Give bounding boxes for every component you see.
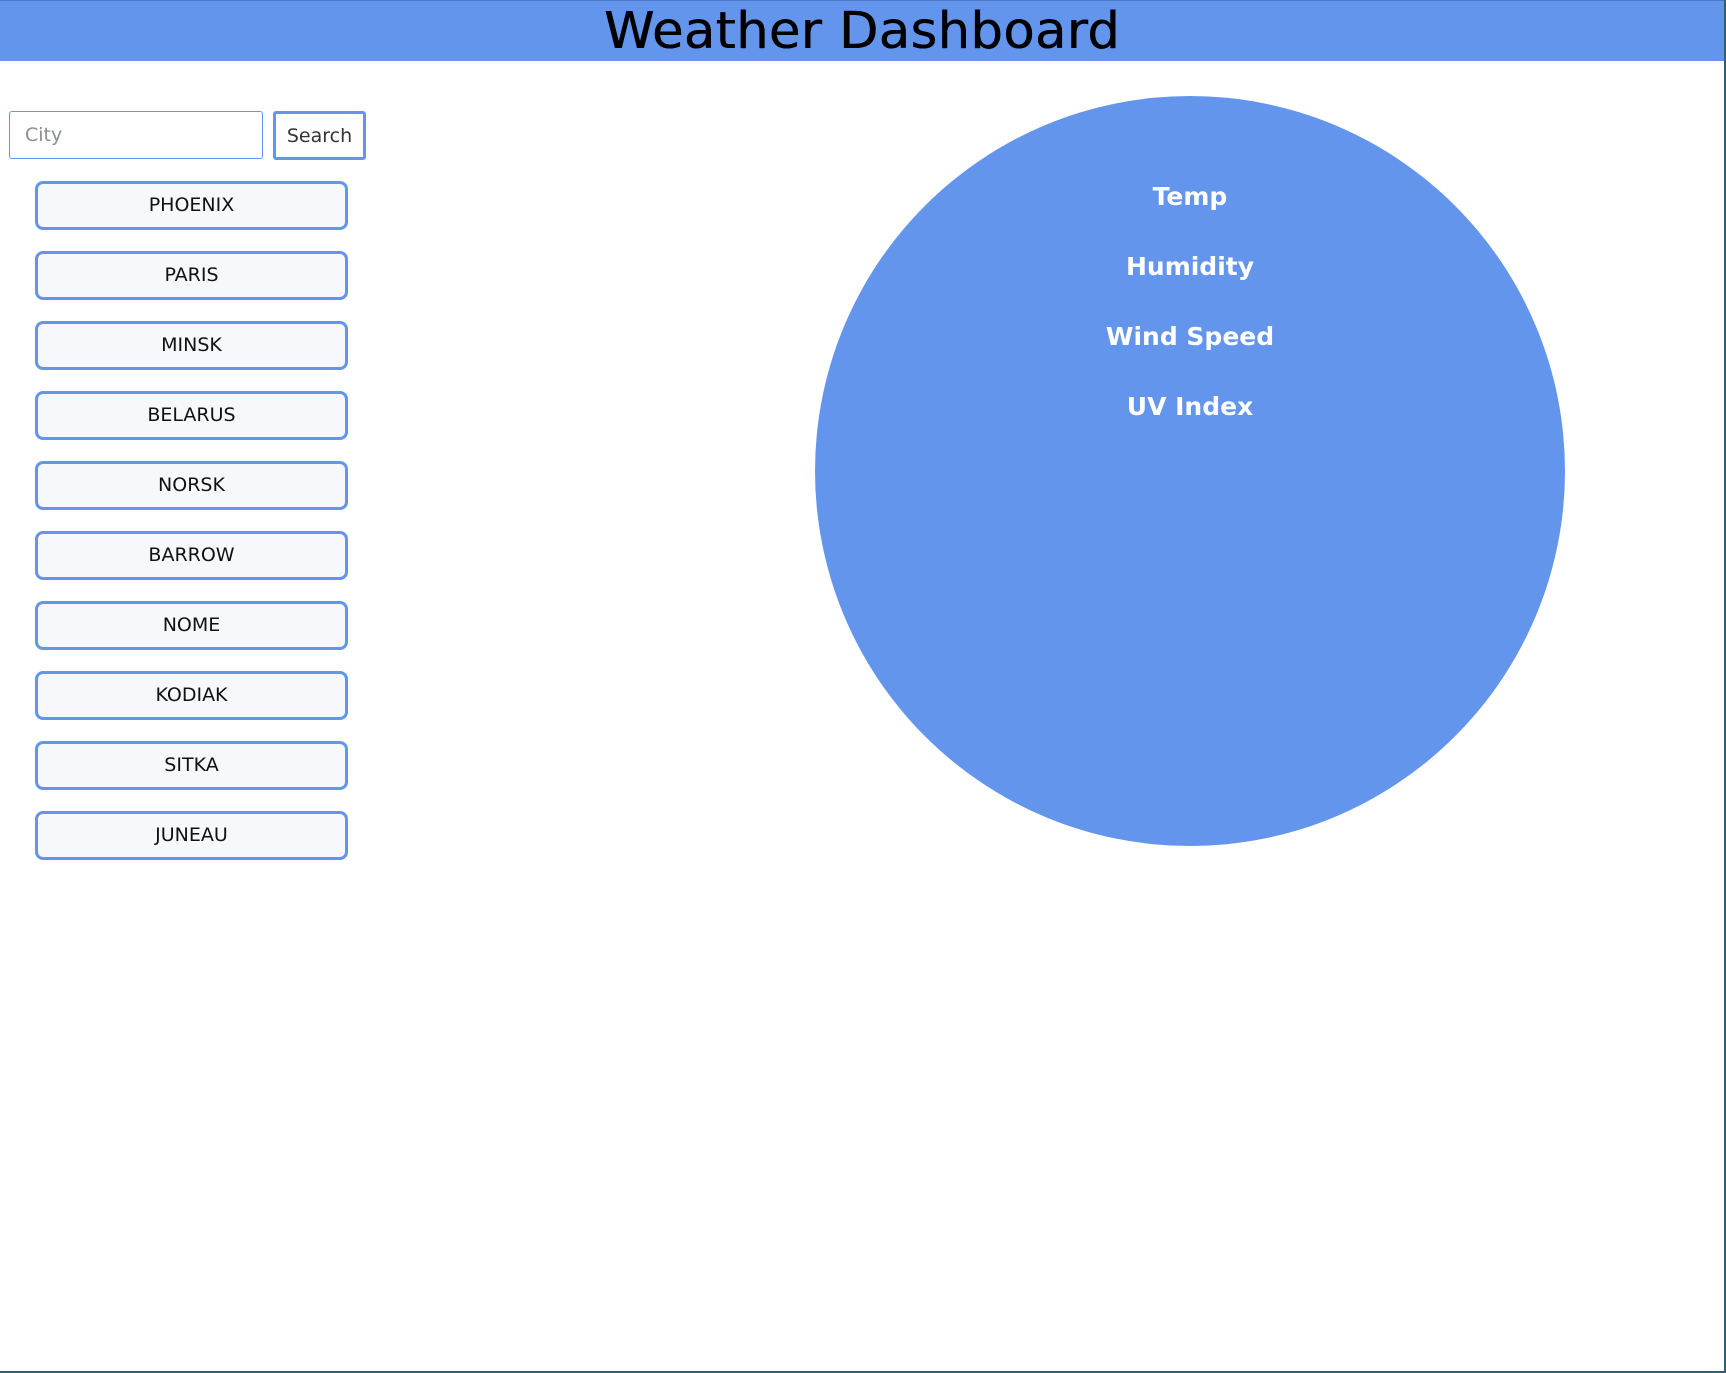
search-button[interactable]: Search (273, 111, 366, 160)
weather-dashboard-page: Weather Dashboard Search PHOENIX PARIS M… (0, 0, 1726, 1373)
city-button-nome[interactable]: NOME (35, 601, 348, 650)
city-button-norsk[interactable]: NORSK (35, 461, 348, 510)
search-history-item: SITKA (35, 741, 349, 790)
city-button-juneau[interactable]: JUNEAU (35, 811, 348, 860)
temperature-label: Temp (1152, 182, 1228, 211)
city-button-belarus[interactable]: BELARUS (35, 391, 348, 440)
search-history-list: PHOENIX PARIS MINSK BELARUS NORSK BARROW… (35, 181, 349, 881)
search-history-item: JUNEAU (35, 811, 349, 860)
search-history-item: PARIS (35, 251, 349, 300)
page-header: Weather Dashboard (0, 0, 1724, 61)
humidity-label: Humidity (1125, 252, 1255, 281)
city-button-barrow[interactable]: BARROW (35, 531, 348, 580)
page-title: Weather Dashboard (603, 2, 1121, 61)
city-button-paris[interactable]: PARIS (35, 251, 348, 300)
city-button-minsk[interactable]: MINSK (35, 321, 348, 370)
weather-metrics-list: Temp Humidity Wind Speed UV Index (815, 182, 1565, 462)
search-history-item: NOME (35, 601, 349, 650)
city-button-sitka[interactable]: SITKA (35, 741, 348, 790)
city-search-input[interactable] (9, 111, 263, 159)
search-history-item: KODIAK (35, 671, 349, 720)
wind-speed-label: Wind Speed (1105, 322, 1275, 351)
current-weather-panel: Temp Humidity Wind Speed UV Index (815, 96, 1565, 846)
city-button-phoenix[interactable]: PHOENIX (35, 181, 348, 230)
uv-index-label: UV Index (1126, 392, 1254, 421)
city-button-kodiak[interactable]: KODIAK (35, 671, 348, 720)
search-history-item: PHOENIX (35, 181, 349, 230)
city-search-form: Search (9, 111, 369, 161)
search-history-item: MINSK (35, 321, 349, 370)
search-history-item: BELARUS (35, 391, 349, 440)
search-history-item: NORSK (35, 461, 349, 510)
search-history-item: BARROW (35, 531, 349, 580)
